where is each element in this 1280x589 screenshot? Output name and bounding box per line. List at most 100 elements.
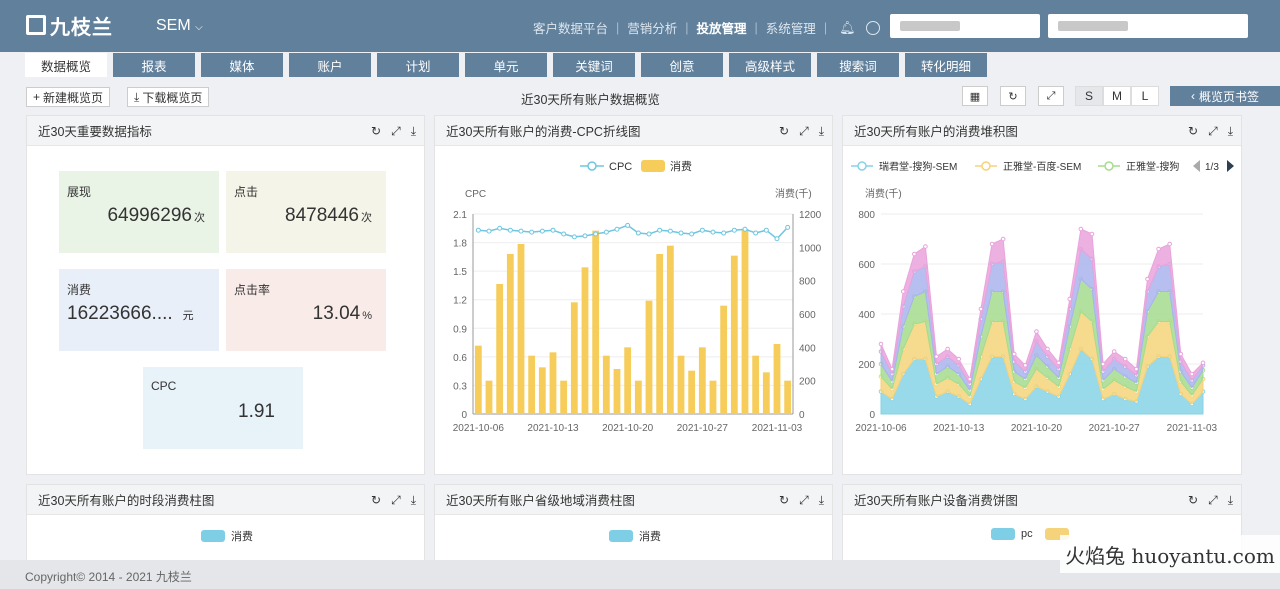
cpc-point [475,227,481,233]
legend-item[interactable]: pc [991,528,1033,540]
legend-swatch [201,530,225,542]
download-icon[interactable]: ⤓ [819,124,824,139]
bookmark-button[interactable]: ‹ 概览页书签 [1170,86,1280,106]
plus-icon: + [33,90,41,104]
kpi-unit: % [362,310,372,322]
cpc-point [731,227,737,233]
cpc-chart[interactable]: CPC 消费 CPC 消费(千) 0 0.3 0.6 0.9 1.2 1.5 1.8 2.1 0 200 4… [435,146,832,474]
cpc-point [550,227,556,233]
tab-creative[interactable]: 创意 [641,53,723,77]
bar [517,244,525,414]
bar [549,352,557,414]
refresh-icon[interactable]: ↻ [1188,124,1198,139]
right-tick-label: 1000 [799,243,822,254]
tab-account[interactable]: 账户 [289,53,371,77]
cpc-point [614,226,620,232]
cpc-point [603,229,609,235]
legend-item[interactable]: 消费 [201,528,253,544]
tab-plan[interactable]: 计划 [377,53,459,77]
download-overview-button[interactable]: ⤓ 下载概览页 [127,87,210,107]
x-tick-label: 2021-10-06 [855,423,907,434]
calendar-icon[interactable]: ▦ [962,86,988,106]
legend-item[interactable]: 消费 [609,528,661,544]
size-l-button[interactable]: L [1131,86,1159,106]
cpc-point [507,227,513,233]
right-axis-label: 消费(千) [775,187,812,200]
user-select[interactable] [1048,14,1248,38]
new-overview-button[interactable]: + 新建概览页 [26,87,111,107]
kpi-label: 点击率 [234,283,271,297]
account-select[interactable] [890,14,1040,38]
help-icon[interactable] [865,20,880,35]
expand-icon[interactable]: ⤢ [1208,493,1218,508]
tab-conversion[interactable]: 转化明细 [905,53,987,77]
tab-media[interactable]: 媒体 [201,53,283,77]
download-icon[interactable]: ⤓ [1228,493,1233,508]
tab-search-term[interactable]: 搜索词 [817,53,899,77]
size-s-button[interactable]: S [1075,86,1103,106]
logo[interactable]: 九枝兰 [26,13,113,39]
y-tick-label: 600 [858,260,875,271]
right-tick-label: 800 [799,277,816,288]
area-point [900,289,906,294]
nav-item-ads[interactable]: 投放管理 [697,18,747,37]
cpc-point [497,225,503,231]
legend-marker [981,161,991,171]
refresh-icon[interactable]: ↻ [779,493,789,508]
cpc-point [785,224,791,230]
refresh-icon[interactable]: ↻ [779,124,789,139]
bar [592,230,600,414]
panel-title: 近30天所有账户设备消费饼图 [854,494,1018,508]
legend-swatch [991,528,1015,540]
area-point [978,306,984,312]
right-tick-label: 200 [799,377,816,388]
x-tick-label: 2021-10-27 [677,423,729,434]
tab-keyword[interactable]: 关键词 [553,53,635,77]
refresh-icon[interactable]: ↻ [1000,86,1026,106]
product-switcher[interactable]: SEM ⌵ [156,17,203,35]
bar [688,370,696,414]
refresh-icon[interactable]: ↻ [1188,493,1198,508]
legend-label: 正雅堂-搜狗 [1126,160,1179,173]
legend-label: 消费 [231,531,253,543]
download-icon[interactable]: ⤓ [411,493,416,508]
refresh-icon[interactable]: ↻ [371,493,381,508]
expand-icon[interactable]: ⤢ [391,124,401,139]
cpc-point [539,228,545,234]
expand-icon[interactable]: ⤢ [799,493,809,508]
nav-item-system[interactable]: 系统管理 [766,18,816,37]
tab-advanced-style[interactable]: 高级样式 [729,53,811,77]
area-point [1045,346,1050,352]
download-icon[interactable]: ⤓ [819,493,824,508]
bell-icon[interactable]: 🔔︎ [839,20,856,36]
cpc-point [721,230,727,236]
expand-icon[interactable]: ⤢ [391,493,401,508]
nav-item-cdp[interactable]: 客户数据平台 [533,18,608,37]
tab-report[interactable]: 报表 [113,53,195,77]
cpc-point [710,229,716,235]
page-title: 近30天所有账户数据概览 [521,93,660,107]
x-tick-label: 2021-11-03 [1167,423,1218,434]
expand-icon[interactable]: ⤢ [799,124,809,139]
download-icon[interactable]: ⤓ [411,124,416,139]
bar [485,380,493,414]
download-icon[interactable]: ⤓ [1228,124,1233,139]
cpc-point [518,228,524,234]
expand-icon[interactable]: ⤢ [1208,124,1218,139]
stack-chart[interactable]: 瑞君堂-搜狗-SEM 正雅堂-百度-SEM 正雅堂-搜狗 1/3 消费(千) 0 200 40… [843,146,1241,474]
tab-overview[interactable]: 数据概览 [25,53,107,77]
nav-item-marketing[interactable]: 营销分析 [627,18,677,37]
cpc-point [667,228,673,234]
tab-unit[interactable]: 单元 [465,53,547,77]
area-point [1000,236,1006,242]
refresh-icon[interactable]: ↻ [371,124,381,139]
kpi-unit: 次 [194,212,205,224]
size-m-button[interactable]: M [1103,86,1131,106]
bar [741,229,749,414]
fullscreen-icon[interactable]: ⤢ [1038,86,1064,106]
download-icon: ⤓ [134,89,140,104]
area-point [1156,246,1161,252]
cpc-chart-panel: 近30天所有账户的消费-CPC折线图 ↻ ⤢ ⤓ CPC 消费 CPC 消费(千) 0 0.3… [434,115,833,475]
logo-text: 九枝兰 [50,16,113,39]
left-tick-label: 1.8 [453,239,467,250]
